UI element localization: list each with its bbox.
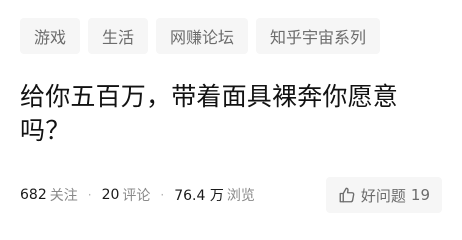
topic-tag-life[interactable]: 生活 bbox=[88, 18, 149, 54]
question-card: 游戏 生活 网赚论坛 知乎宇宙系列 给你五百万，带着面具裸奔你愿意吗？ 682 … bbox=[0, 0, 462, 240]
thumbs-up-icon bbox=[338, 186, 361, 204]
views-count: 76.4 万 bbox=[174, 188, 224, 204]
topic-tags: 游戏 生活 网赚论坛 知乎宇宙系列 bbox=[20, 18, 442, 54]
stats-separator: · bbox=[160, 188, 165, 202]
views-label: 浏览 bbox=[226, 188, 255, 204]
comments-count[interactable]: 20 bbox=[102, 187, 120, 203]
topic-tag-online-earning-forum[interactable]: 网赚论坛 bbox=[156, 18, 249, 54]
followers-label: 关注 bbox=[49, 188, 78, 204]
good-question-count: 19 bbox=[410, 186, 430, 204]
good-question-button[interactable]: 好问题 19 bbox=[325, 177, 442, 213]
stats-separator: · bbox=[87, 188, 92, 202]
topic-tag-games[interactable]: 游戏 bbox=[20, 18, 81, 54]
question-stats: 682 关注 · 20 评论 · 76.4 万 浏览 bbox=[20, 185, 255, 205]
good-question-label: 好问题 bbox=[360, 186, 406, 205]
question-footer: 682 关注 · 20 评论 · 76.4 万 浏览 好问题 19 bbox=[20, 177, 442, 213]
topic-tag-zhihu-universe[interactable]: 知乎宇宙系列 bbox=[256, 18, 381, 54]
followers-count: 682 bbox=[20, 187, 47, 203]
comments-label[interactable]: 评论 bbox=[122, 185, 150, 205]
question-title[interactable]: 给你五百万，带着面具裸奔你愿意吗？ bbox=[20, 80, 430, 148]
